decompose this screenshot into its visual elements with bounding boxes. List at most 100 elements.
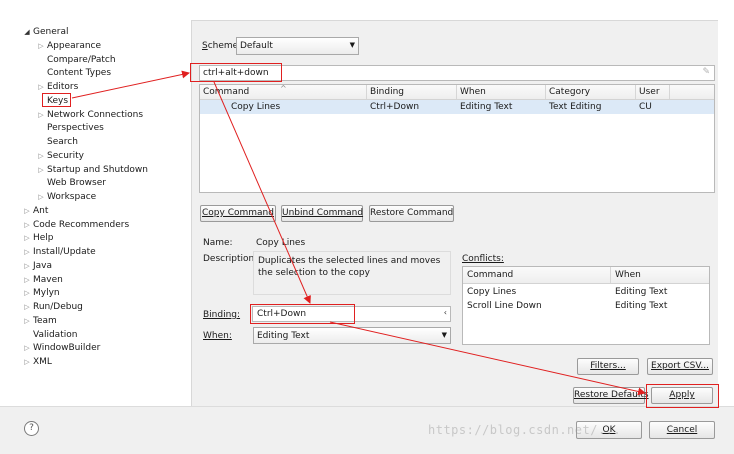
filters-button[interactable]: Filters... <box>577 358 639 375</box>
collapsed-triangle-icon[interactable]: ▷ <box>36 164 46 177</box>
filter-input[interactable]: ctrl+alt+down ✎ <box>199 65 715 81</box>
tree-item-label: Perspectives <box>47 123 104 134</box>
collapsed-triangle-icon[interactable]: ▷ <box>22 287 32 300</box>
when-label: When: <box>203 331 232 341</box>
collapsed-triangle-icon[interactable]: ▷ <box>36 109 46 122</box>
tree-item-label: WindowBuilder <box>33 343 101 354</box>
tree-item-label: XML <box>33 357 52 367</box>
list-item[interactable]: Scroll Line Down Editing Text <box>463 300 709 313</box>
collapsed-triangle-icon[interactable]: ▷ <box>36 191 46 204</box>
column-header-category[interactable]: Category <box>546 85 636 99</box>
conflicts-label-text: Conflicts: <box>462 254 504 264</box>
scheme-select[interactable]: Default ▼ <box>236 37 359 55</box>
collapsed-triangle-icon[interactable]: ▷ <box>22 232 32 245</box>
conflicts-column-command[interactable]: Command <box>463 267 611 283</box>
apply-button[interactable]: Apply <box>651 387 713 404</box>
table-cell-category: Text Editing <box>549 102 602 112</box>
preferences-tree: ◢ General ▷ Appearance Compare/Patch Content … <box>0 0 191 404</box>
conflict-when: Editing Text <box>615 287 668 297</box>
expanded-triangle-icon[interactable]: ◢ <box>22 26 32 39</box>
export-csv-button[interactable]: Export CSV... <box>647 358 713 375</box>
binding-input[interactable]: Ctrl+Down ‹ <box>252 306 451 322</box>
help-icon[interactable]: ? <box>24 421 39 436</box>
tree-item-label: Help <box>33 233 54 244</box>
unbind-command-button[interactable]: Unbind Command <box>281 205 363 222</box>
name-value: Copy Lines <box>256 238 306 248</box>
column-header-category-label: Category <box>549 87 591 97</box>
collapsed-triangle-icon[interactable]: ▷ <box>22 260 32 273</box>
collapsed-triangle-icon[interactable]: ▷ <box>36 40 46 53</box>
column-header-user-label: User <box>639 87 660 97</box>
collapsed-triangle-icon[interactable]: ▷ <box>36 150 46 163</box>
table-cell-binding: Ctrl+Down <box>370 102 420 112</box>
binding-label: Binding: <box>203 310 240 320</box>
chevron-down-icon: ▼ <box>349 41 355 49</box>
tree-item-label: Install/Update <box>33 247 96 257</box>
when-select-value: Editing Text <box>257 331 310 341</box>
collapsed-triangle-icon[interactable]: ▷ <box>22 301 32 314</box>
tree-item-label: Security <box>47 150 84 161</box>
conflicts-label: Conflicts: <box>462 254 504 264</box>
tree-item-label: Workspace <box>47 192 97 202</box>
column-header-binding[interactable]: Binding <box>367 85 457 99</box>
copy-command-button-label: Copy Command <box>202 208 274 218</box>
tree-item-label: Ant <box>33 205 49 216</box>
copy-command-button[interactable]: Copy Command <box>200 205 276 222</box>
binding-label-text: Binding: <box>203 310 241 320</box>
collapsed-triangle-icon[interactable]: ▷ <box>22 315 32 328</box>
apply-button-label: Apply <box>669 390 695 400</box>
tree-item-label: Appearance <box>47 40 102 51</box>
unbind-command-button-label: Unbind Command <box>282 208 364 218</box>
collapsed-triangle-icon[interactable]: ▷ <box>22 246 32 259</box>
tree-item-label: Network Connections <box>47 109 144 120</box>
column-header-command[interactable]: Command ^ <box>200 84 367 99</box>
collapsed-triangle-icon[interactable]: ▷ <box>22 219 32 232</box>
restore-defaults-button[interactable]: Restore Defaults <box>573 387 649 404</box>
tree-item-label: Mylyn <box>33 288 60 299</box>
tree-item-label: Validation <box>33 329 78 340</box>
collapsed-triangle-icon[interactable]: ▷ <box>22 356 32 369</box>
name-label: Name: <box>203 238 233 248</box>
restore-command-button[interactable]: Restore Command <box>369 205 454 222</box>
conflicts-table-header: Command When <box>463 267 709 284</box>
table-cell-when: Editing Text <box>460 102 513 112</box>
tree-item-label: Content Types <box>47 68 112 79</box>
conflicts-column-when-label: When <box>615 270 641 280</box>
export-csv-button-label: Export CSV... <box>651 361 709 371</box>
collapsed-triangle-icon[interactable]: ▷ <box>22 274 32 287</box>
restore-command-button-label: Restore Command <box>370 208 454 218</box>
conflicts-column-when[interactable]: When <box>611 267 709 283</box>
tree-item-label: General <box>33 27 69 37</box>
clear-filter-icon[interactable]: ✎ <box>702 67 710 77</box>
tree-item-label: Run/Debug <box>33 302 83 312</box>
tree-item-label: Keys <box>47 95 69 106</box>
commands-table: Command ^ Binding When Category User Copy… <box>199 84 715 193</box>
table-row[interactable]: Copy Lines Ctrl+Down Editing Text Text E… <box>200 100 714 114</box>
help-icon-glyph: ? <box>29 423 34 433</box>
commands-table-header: Command ^ Binding When Category User <box>200 84 714 100</box>
conflict-command: Scroll Line Down <box>467 301 542 311</box>
chevron-down-icon: ▼ <box>441 331 447 339</box>
collapsed-triangle-icon[interactable]: ▷ <box>22 342 32 355</box>
tree-item-label: Team <box>33 315 57 326</box>
list-item[interactable]: Copy Lines Editing Text <box>463 286 709 299</box>
collapsed-triangle-icon[interactable]: ▷ <box>22 205 32 218</box>
tree-item-label: Editors <box>47 82 79 92</box>
filter-input-value: ctrl+alt+down <box>203 68 269 78</box>
description-field[interactable]: Duplicates the selected lines and moves … <box>253 251 451 295</box>
when-select[interactable]: Editing Text ▼ <box>253 327 451 344</box>
tree-item-label: Code Recommenders <box>33 219 130 230</box>
column-header-when[interactable]: When <box>457 85 546 99</box>
collapsed-triangle-icon[interactable]: ▷ <box>36 81 46 94</box>
conflicts-column-command-label: Command <box>467 270 514 280</box>
column-header-user[interactable]: User <box>636 85 670 99</box>
binding-menu-icon[interactable]: ‹ <box>444 308 447 317</box>
cancel-button[interactable]: Cancel <box>649 421 715 439</box>
tree-item-label: Search <box>47 137 78 147</box>
tree-item-label: Web Browser <box>47 178 106 189</box>
column-header-when-label: When <box>460 87 486 97</box>
tree-item-label: Startup and Shutdown <box>47 164 148 175</box>
column-header-binding-label: Binding <box>370 87 405 97</box>
description-value: Duplicates the selected lines and moves … <box>258 256 441 278</box>
column-header-command-label: Command <box>203 87 250 97</box>
